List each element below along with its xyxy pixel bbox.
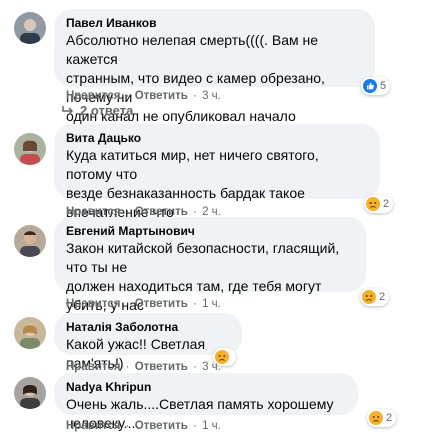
comment-bubble: Вита Дацько Куда катиться мир, нет ничег… xyxy=(54,124,380,239)
avatar[interactable] xyxy=(14,12,46,44)
reaction-count: 5 xyxy=(380,80,387,92)
sad-icon xyxy=(362,290,376,304)
timestamp[interactable]: 3 ч. xyxy=(202,361,221,373)
comment: Наталія Заболотна Какой ужас!! Светлая п… xyxy=(0,313,428,373)
like-button[interactable]: Нравится xyxy=(66,298,120,310)
sad-icon xyxy=(369,411,383,425)
reply-button[interactable]: Ответить xyxy=(135,298,188,310)
comment-author[interactable]: Павел Иванков xyxy=(66,15,363,31)
reaction-count: 2 xyxy=(379,291,386,303)
reaction-summary[interactable]: 2 xyxy=(364,195,394,213)
timestamp[interactable]: 1 ч. xyxy=(202,298,221,310)
reply-arrow-icon xyxy=(62,105,74,115)
avatar-photo-icon xyxy=(14,377,46,409)
avatar[interactable] xyxy=(14,317,46,349)
avatar-photo-icon xyxy=(14,12,46,44)
comment-actions: Нравится · Ответить · 3 ч. xyxy=(66,361,221,373)
avatar-photo-icon xyxy=(14,225,46,257)
reply-button[interactable]: Ответить xyxy=(135,361,188,373)
comment-actions: Нравится · Ответить · 1 ч. xyxy=(66,298,221,310)
timestamp[interactable]: 3 ч. xyxy=(202,90,221,102)
comment-author[interactable]: Nadya Khripun xyxy=(66,379,346,395)
like-button[interactable]: Нравится xyxy=(66,361,120,373)
avatar[interactable] xyxy=(14,133,46,165)
timestamp[interactable]: 1 ч. xyxy=(202,420,221,432)
view-replies-link[interactable]: 2 ответа xyxy=(60,103,133,118)
replies-count-label: 2 ответа xyxy=(80,103,134,118)
comment: Евгений Мартынович Закон китайской безоп… xyxy=(0,217,428,332)
comment-author[interactable]: Наталія Заболотна xyxy=(66,319,230,335)
avatar-photo-icon xyxy=(14,133,46,165)
avatar[interactable] xyxy=(14,225,46,257)
comment-author[interactable]: Евгений Мартынович xyxy=(66,223,354,239)
reaction-summary[interactable]: 2 xyxy=(367,409,397,427)
comment-bubble: Nadya Khripun Очень жаль....Светлая памя… xyxy=(54,373,358,431)
comment: Nadya Khripun Очень жаль....Светлая памя… xyxy=(0,373,428,432)
comment-bubble: Евгений Мартынович Закон китайской безоп… xyxy=(54,217,366,332)
sad-icon xyxy=(366,197,380,211)
reply-button[interactable]: Ответить xyxy=(135,420,188,432)
reply-button[interactable]: Ответить xyxy=(135,90,188,102)
reaction-summary[interactable]: 2 xyxy=(360,288,390,306)
avatar[interactable] xyxy=(14,377,46,409)
comment-actions: Нравится · Ответить · 3 ч. xyxy=(66,90,221,102)
reaction-count: 2 xyxy=(383,198,390,210)
comment-bubble: Наталія Заболотна Какой ужас!! Светлая п… xyxy=(54,313,242,371)
comment-bubble: Павел Иванков Абсолютно нелепая смерть((… xyxy=(54,9,375,143)
avatar-photo-icon xyxy=(14,317,46,349)
reaction-summary[interactable]: 5 xyxy=(361,77,391,95)
like-button[interactable]: Нравится xyxy=(66,420,120,432)
reaction-count: 2 xyxy=(386,412,393,424)
like-icon xyxy=(363,79,377,93)
comment: Павел Иванков Абсолютно нелепая смерть((… xyxy=(0,0,428,143)
like-button[interactable]: Нравится xyxy=(66,90,120,102)
comment-author[interactable]: Вита Дацько xyxy=(66,130,368,146)
comment: Вита Дацько Куда катиться мир, нет ничег… xyxy=(0,124,428,239)
